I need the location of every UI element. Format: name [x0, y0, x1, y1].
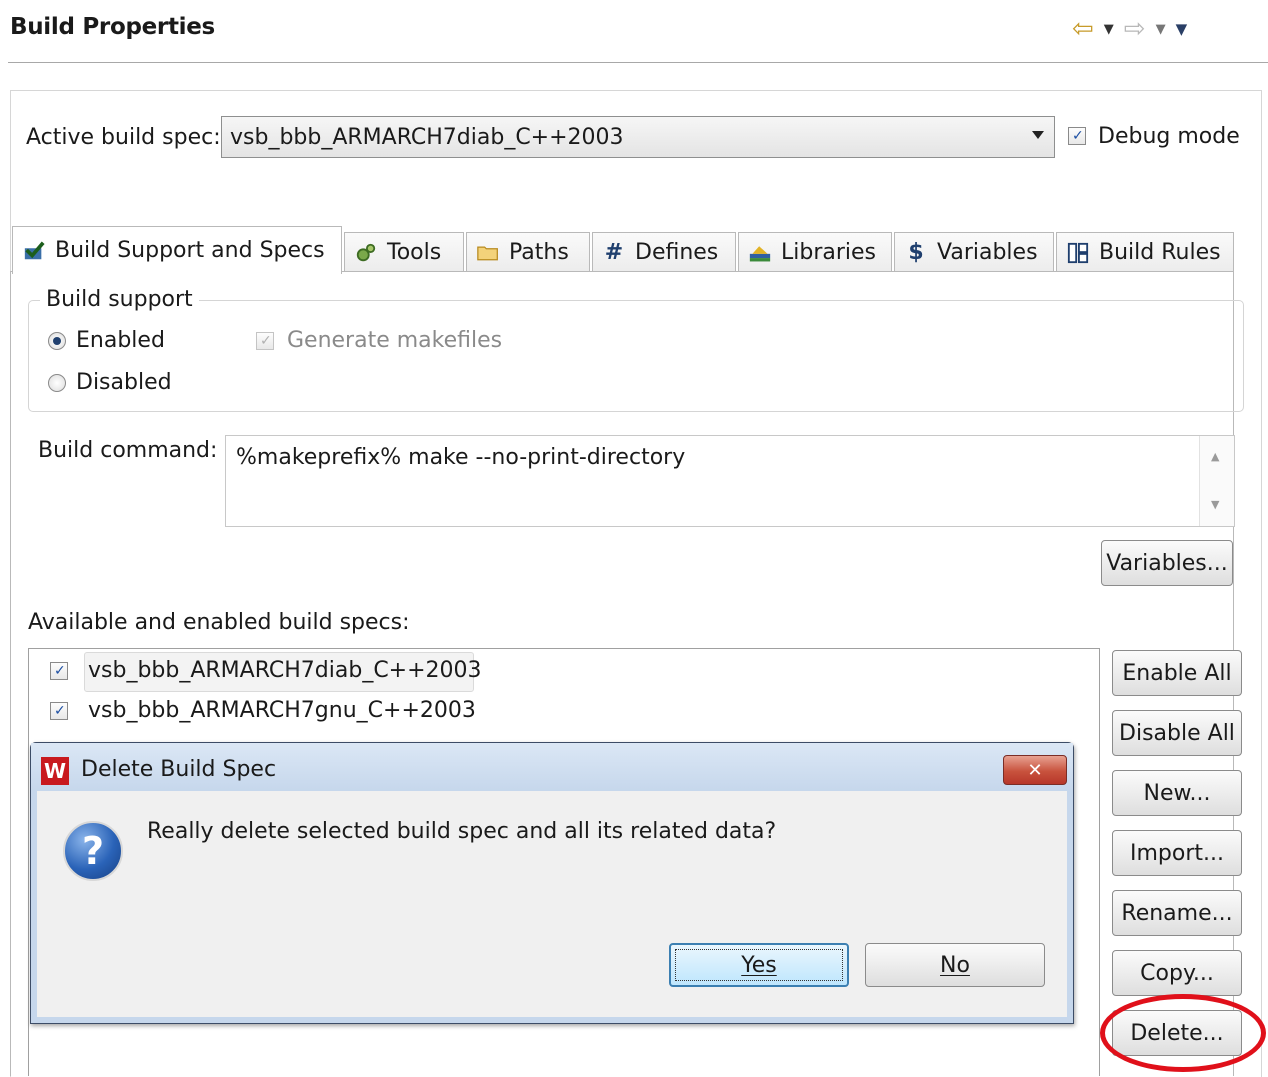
enable-all-button[interactable]: Enable All [1112, 650, 1242, 696]
question-icon: ? [63, 821, 123, 881]
import-button[interactable]: Import... [1112, 830, 1242, 876]
generate-makefiles-label: Generate makefiles [287, 328, 503, 353]
tab-label: Build Rules [1099, 240, 1221, 265]
rename-button[interactable]: Rename... [1112, 890, 1242, 936]
focus-ring [675, 949, 843, 981]
active-build-spec-select[interactable]: vsb_bbb_ARMARCH7diab_C++2003 [221, 116, 1055, 158]
disabled-label: Disabled [76, 370, 172, 395]
wind-river-logo-icon: W [41, 757, 69, 785]
tab-label: Libraries [781, 240, 877, 265]
folder-icon [477, 242, 499, 264]
build-rules-icon [1067, 242, 1089, 264]
tab-body-border-left [10, 271, 11, 1076]
list-item[interactable]: vsb_bbb_ARMARCH7diab_C++2003 [88, 658, 482, 683]
list-item[interactable]: vsb_bbb_ARMARCH7gnu_C++2003 [88, 698, 476, 723]
check-icon: ✓ [54, 663, 66, 679]
scroll-up-icon[interactable]: ▲ [1211, 450, 1219, 463]
forward-dropdown-icon[interactable]: ▼ [1156, 22, 1166, 37]
check-icon: ✓ [54, 703, 66, 719]
tab-defines[interactable]: # Defines [592, 232, 736, 272]
forward-arrow-icon[interactable]: ⇨ [1124, 14, 1146, 44]
chevron-down-icon [1032, 131, 1044, 139]
header-divider [8, 62, 1268, 63]
back-dropdown-icon[interactable]: ▼ [1104, 22, 1114, 37]
tab-tools[interactable]: Tools [344, 232, 464, 272]
build-command-input[interactable]: %makeprefix% make --no-print-directory ▲… [225, 435, 1235, 527]
nav-toolbar: ⇦ ▼ ⇨ ▼ ▼ [1072, 14, 1187, 44]
spec-checkbox[interactable]: ✓ [50, 702, 68, 720]
close-icon[interactable]: ✕ [1003, 755, 1067, 785]
view-menu-icon[interactable]: ▼ [1176, 20, 1188, 38]
tab-label: Build Support and Specs [55, 238, 325, 263]
no-label: No [940, 952, 970, 978]
debug-mode-label: Debug mode [1098, 124, 1240, 149]
tab-libraries[interactable]: Libraries [738, 232, 892, 272]
active-build-spec-value: vsb_bbb_ARMARCH7diab_C++2003 [230, 125, 624, 150]
build-support-group [28, 300, 1244, 412]
build-command-label: Build command: [38, 438, 218, 463]
check-build-icon [23, 240, 45, 262]
dollar-icon: $ [908, 240, 924, 265]
copy-button[interactable]: Copy... [1112, 950, 1242, 996]
books-icon [749, 242, 771, 264]
tab-variables[interactable]: $ Variables [894, 232, 1054, 272]
scroll-down-icon[interactable]: ▼ [1211, 498, 1219, 511]
active-build-spec-label: Active build spec: [26, 125, 221, 150]
tab-build-support-and-specs[interactable]: Build Support and Specs [12, 226, 342, 274]
back-arrow-icon[interactable]: ⇦ [1072, 14, 1094, 44]
hash-icon: # [604, 240, 624, 265]
dialog-title: Delete Build Spec [81, 757, 277, 782]
gears-icon [355, 242, 377, 264]
tab-label: Tools [387, 240, 442, 265]
variables-button[interactable]: Variables... [1101, 540, 1233, 586]
available-specs-label: Available and enabled build specs: [28, 610, 410, 635]
tab-paths[interactable]: Paths [466, 232, 590, 272]
tab-label: Defines [635, 240, 719, 265]
tab-label: Paths [509, 240, 569, 265]
delete-build-spec-dialog: W Delete Build Spec ✕ ? Really delete se… [30, 742, 1074, 1024]
debug-mode-checkbox[interactable]: ✓ [1068, 127, 1086, 145]
tab-label: Variables [937, 240, 1038, 265]
generate-makefiles-checkbox: ✓ [256, 332, 274, 350]
new-button[interactable]: New... [1112, 770, 1242, 816]
spec-checkbox[interactable]: ✓ [50, 662, 68, 680]
enabled-label: Enabled [76, 328, 165, 353]
dialog-message: Really delete selected build spec and al… [147, 819, 777, 844]
highlight-circle [1100, 994, 1266, 1072]
check-icon: ✓ [1072, 128, 1084, 144]
no-button[interactable]: No [865, 943, 1045, 987]
page-title: Build Properties [10, 14, 215, 40]
check-icon: ✓ [260, 333, 272, 349]
dialog-body: ? Really delete selected build spec and … [37, 791, 1067, 1017]
tab-build-rules[interactable]: Build Rules [1056, 232, 1234, 272]
build-command-value: %makeprefix% make --no-print-directory [236, 445, 686, 470]
build-support-legend: Build support [40, 287, 199, 312]
build-command-scrollbar[interactable]: ▲ ▼ [1199, 436, 1234, 526]
enabled-radio[interactable] [48, 332, 66, 350]
yes-button[interactable]: Yes [669, 943, 849, 987]
disabled-radio[interactable] [48, 374, 66, 392]
disable-all-button[interactable]: Disable All [1112, 710, 1242, 756]
